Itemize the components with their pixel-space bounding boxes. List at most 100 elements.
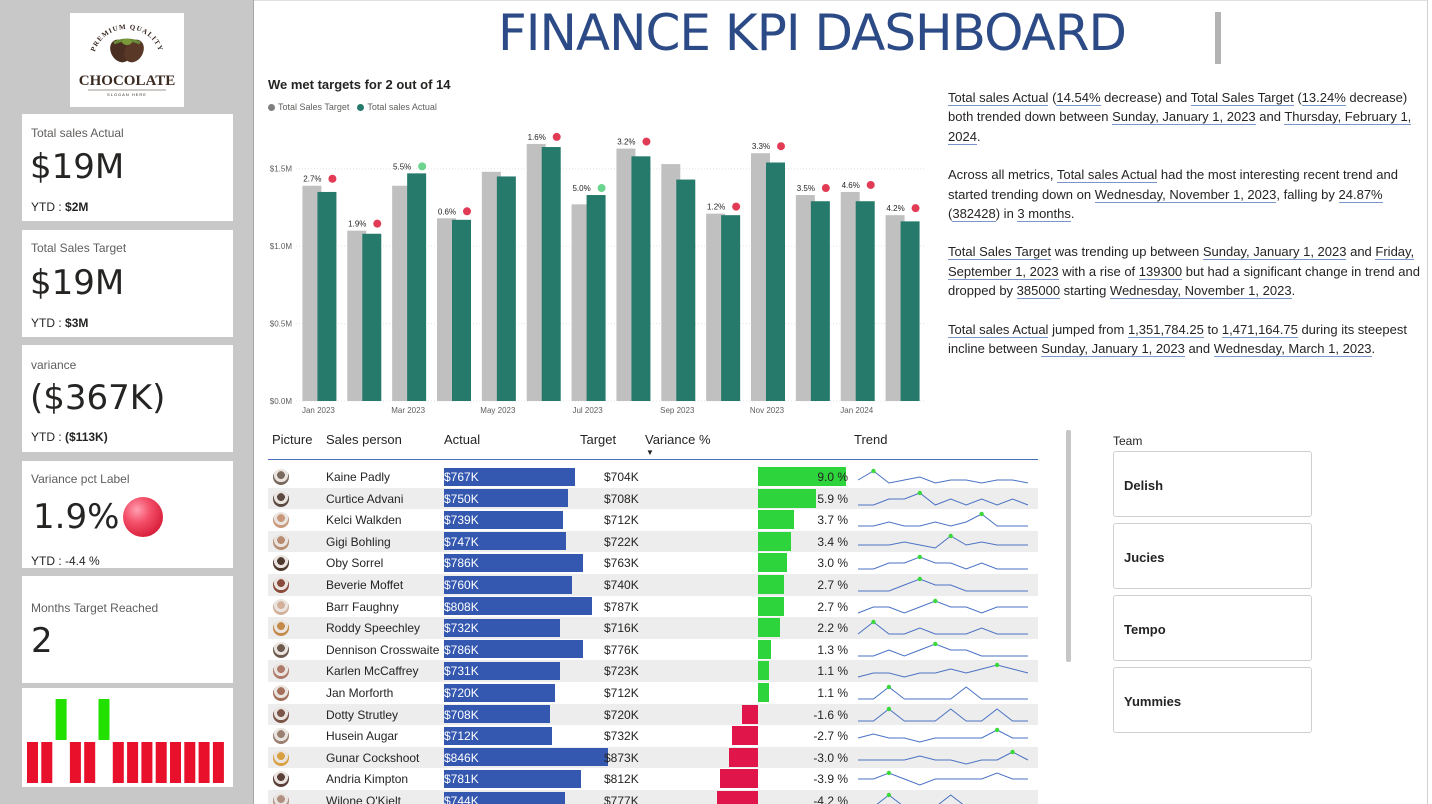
team-option-tempo[interactable]: Tempo (1113, 595, 1312, 661)
avatar (273, 490, 289, 507)
variance-value: 2.2 % (817, 621, 848, 636)
narrative-highlight[interactable]: 139300 (1138, 263, 1183, 280)
trend-line (858, 643, 1028, 657)
table-row[interactable]: Andria Kimpton $781K $812K -3.9 % (268, 768, 1038, 790)
narrative-highlight[interactable]: 1,471,164.75 (1221, 321, 1298, 338)
trend-line (858, 707, 1028, 722)
actual-value: $739K (444, 513, 479, 528)
table-row[interactable]: Kaine Padly $767K $704K 9.0 % (268, 466, 1038, 488)
months-target-indicator (22, 688, 233, 787)
table-row[interactable]: Curtice Advani $750K $708K 5.9 % (268, 487, 1038, 510)
sales-person-name: Kelci Walkden (326, 513, 402, 528)
narrative-highlight[interactable]: Total Sales Target (1190, 90, 1294, 106)
legend-item-actual[interactable]: Total sales Actual (357, 102, 437, 112)
narrative-highlight[interactable]: 24.87% (1338, 186, 1383, 203)
target-value: $740K (604, 578, 639, 592)
table-row[interactable]: Karlen McCaffrey $731K $723K 1.1 % (268, 660, 1038, 682)
table-scrollbar[interactable] (1066, 430, 1071, 662)
variance-bar (731, 726, 758, 746)
sales-person-name: Gunar Cockshoot (326, 750, 420, 765)
table-row[interactable]: Oby Sorrel $786K $763K 3.0 % (268, 552, 1038, 574)
narrative-highlight[interactable]: Wednesday, November 1, 2023 (1094, 186, 1277, 203)
trend-peak-marker (886, 792, 892, 798)
trend-peak-marker (871, 619, 876, 625)
variance-bar (758, 575, 785, 594)
team-option-label: Yummies (1124, 694, 1182, 709)
narrative-highlight[interactable]: Sunday, January 1, 2023 (1202, 244, 1347, 261)
avatar (273, 555, 289, 572)
actual-bar (317, 191, 337, 401)
table-row[interactable]: Dennison Crosswaite $786K $776K 1.3 % (268, 639, 1038, 661)
narrative-highlight[interactable]: 14.54% (1056, 90, 1101, 106)
trend-sparkline (857, 663, 1029, 678)
avatar (273, 641, 289, 658)
actual-bar (900, 221, 920, 401)
team-option-jucies[interactable]: Jucies (1113, 523, 1312, 589)
narrative-highlight[interactable]: Wednesday, March 1, 2023 (1213, 341, 1372, 358)
table-row[interactable]: Beverie Moffet $760K $740K 2.7 % (268, 574, 1038, 596)
narrative-highlight[interactable]: 3 months (1017, 206, 1071, 223)
narrative-text: was trending up between (1051, 244, 1203, 260)
month-missed-bar (112, 742, 124, 783)
table-row[interactable]: Jan Morforth $720K $712K 1.1 % (268, 682, 1038, 704)
month-missed-bar (27, 742, 38, 783)
trend-sparkline (858, 771, 1028, 786)
target-value: $776K (604, 642, 639, 657)
table-row[interactable]: Kelci Walkden $739K $712K 3.7 % (268, 509, 1038, 531)
table-row[interactable]: Dotty Strutley $708K $720K -1.6 % (268, 703, 1038, 726)
sales-person-name: Kaine Padly (326, 470, 391, 484)
variance-annotation: 1.6% (528, 133, 546, 142)
sales-person-name: Beverie Moffet (326, 578, 404, 592)
team-option-yummies[interactable]: Yummies (1113, 667, 1312, 733)
y-tick-label: $0.5M (270, 320, 293, 329)
table-row[interactable]: Barr Faughny $808K $787K 2.7 % (268, 596, 1038, 618)
variance-bar (758, 683, 769, 702)
legend-dot (357, 103, 365, 111)
narrative-highlight[interactable]: 13.24% (1301, 90, 1346, 106)
narrative-highlight[interactable]: Sunday, January 1, 2023 (1041, 341, 1185, 358)
narrative-highlight[interactable]: Total sales Actual (948, 321, 1049, 338)
narrative-text: and (1255, 109, 1285, 125)
header-actual[interactable]: Actual (444, 432, 480, 447)
table-row[interactable]: Husein Augar $712K $732K -2.7 % (268, 725, 1038, 747)
narrative-highlight[interactable]: Wednesday, November 1, 2023 (1109, 283, 1292, 300)
legend-item-target[interactable]: Total Sales Target (268, 102, 349, 112)
header-sales-person[interactable]: Sales person (326, 432, 402, 447)
variance-bar (728, 747, 758, 767)
narrative-highlight[interactable]: Sunday, January 1, 2023 (1112, 109, 1256, 126)
header-picture[interactable]: Picture (272, 432, 312, 447)
legend-dot (268, 103, 275, 111)
chart-legend: Total Sales Target Total sales Actual (268, 102, 437, 112)
actual-value: $781K (444, 772, 479, 787)
team-option-delish[interactable]: Delish (1113, 451, 1312, 517)
narrative-highlight[interactable]: Total sales Actual (948, 90, 1049, 106)
target-value: $712K (604, 686, 639, 700)
narrative-highlight[interactable]: Total Sales Target (948, 244, 1052, 261)
narrative-highlight[interactable]: 1,351,784.25 (1127, 321, 1204, 338)
narrative-paragraph: Total sales Actual jumped from 1,351,784… (948, 320, 1422, 359)
trend-line (857, 664, 1029, 678)
table-row[interactable]: Roddy Speechley $732K $716K 2.2 % (268, 617, 1038, 639)
table-row[interactable]: Gunar Cockshoot $846K $873K -3.0 % (268, 746, 1038, 769)
kpi-ytd: YTD : ($113K) (31, 430, 108, 444)
variance-annotation: 5.5% (393, 162, 411, 171)
month-met-bar (55, 699, 67, 740)
table-row[interactable]: Wilone O'Kielt $744K $777K -4.2 % (268, 790, 1038, 804)
header-variance[interactable]: Variance % (645, 432, 711, 447)
table-row[interactable]: Gigi Bohling $747K $722K 3.4 % (268, 530, 1038, 553)
narrative-highlight[interactable]: Total sales Actual (1056, 167, 1158, 184)
variance-annotation: 3.2% (617, 138, 635, 147)
header-trend[interactable]: Trend (854, 432, 887, 447)
trend-peak-marker (886, 684, 892, 690)
avatar (273, 512, 289, 529)
narrative-highlight[interactable]: 385000 (1016, 283, 1061, 300)
target-value: $716K (604, 621, 639, 636)
miss-indicator-dot (373, 219, 382, 228)
narrative-highlight[interactable]: 382428 (952, 206, 996, 223)
actual-value: $846K (444, 750, 479, 765)
narrative-text: with a rise of (1058, 263, 1139, 279)
header-target[interactable]: Target (580, 432, 616, 447)
sort-desc-icon[interactable]: ▼ (646, 448, 654, 457)
trend-sparkline (858, 641, 1028, 657)
kpi-card-months-reached: Months Target Reached 2 (22, 576, 233, 683)
